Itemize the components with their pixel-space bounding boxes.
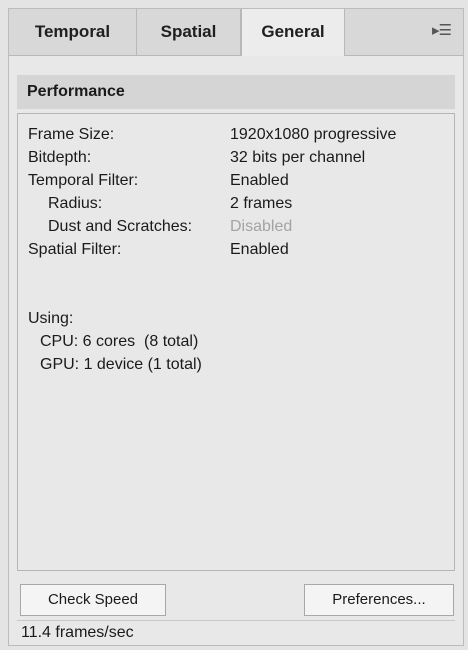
frame-size-label: Frame Size: [28, 126, 115, 143]
spatial-filter-label: Spatial Filter: [28, 241, 122, 258]
panel-menu-icon[interactable]: ▸☰ [432, 21, 452, 39]
tab-bar: Temporal Spatial General ▸☰ [9, 9, 463, 56]
radius-label: Radius: [48, 195, 103, 212]
spatial-filter-value: Enabled [230, 241, 289, 258]
performance-info-box: Frame Size: 1920x1080 progressive Bitdep… [17, 113, 455, 571]
radius-value: 2 frames [230, 195, 293, 212]
bitdepth-label: Bitdepth: [28, 149, 92, 166]
tab-general[interactable]: General [241, 9, 345, 56]
gpu-usage-line: GPU: 1 device (1 total) [40, 356, 202, 373]
section-title: Performance [17, 75, 455, 109]
bitdepth-value: 32 bits per channel [230, 149, 366, 166]
check-speed-button[interactable]: Check Speed [20, 584, 166, 616]
frame-size-value: 1920x1080 progressive [230, 126, 397, 143]
frame-rate-status: 11.4 frames/sec [17, 620, 455, 644]
dust-scratches-value: Disabled [230, 218, 293, 235]
using-label: Using: [28, 310, 74, 327]
temporal-filter-value: Enabled [230, 172, 289, 189]
cpu-usage-line: CPU: 6 cores (8 total) [40, 333, 199, 350]
tab-spatial[interactable]: Spatial [137, 9, 241, 55]
performance-panel: Temporal Spatial General ▸☰ Performance … [8, 8, 464, 646]
preferences-button[interactable]: Preferences... [304, 584, 454, 616]
tab-temporal[interactable]: Temporal [9, 9, 137, 55]
dust-scratches-label: Dust and Scratches: [48, 218, 193, 235]
temporal-filter-label: Temporal Filter: [28, 172, 139, 189]
